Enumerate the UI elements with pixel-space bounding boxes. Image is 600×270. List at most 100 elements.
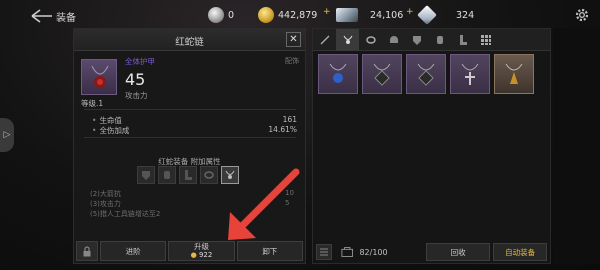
tab-boots[interactable] xyxy=(451,29,474,51)
currency-silver: 0 xyxy=(208,5,234,25)
bullet: • xyxy=(92,116,97,125)
currency-diamond: 324 xyxy=(417,5,475,25)
cross-necklace-icon xyxy=(461,63,479,85)
set-bonus-line: (3)攻击力 5 xyxy=(90,199,289,209)
tab-necklace[interactable] xyxy=(336,29,359,51)
stat-label: 生命值 xyxy=(99,116,122,125)
stat-row: • 全伤加成 14.61% xyxy=(92,125,297,136)
coin-icon: ● xyxy=(190,251,197,259)
ring-icon xyxy=(365,36,376,44)
currency-value: 442,879 xyxy=(278,9,318,21)
inventory-slot[interactable] xyxy=(318,54,358,94)
inventory-slot[interactable] xyxy=(494,54,534,94)
boots-icon xyxy=(185,170,192,180)
item-level: 等级.1 xyxy=(81,99,104,108)
crystal-icon xyxy=(336,8,358,22)
item-thumbnail xyxy=(81,59,117,95)
stat-value: 14.61% xyxy=(268,125,297,134)
silver-orb-icon xyxy=(208,7,224,23)
set-bonus-label: (5)猎人工具链增达至2 xyxy=(90,210,161,218)
tab-ring[interactable] xyxy=(359,29,382,51)
bag-icon xyxy=(341,247,354,257)
upgrade-cost-value: 922 xyxy=(198,251,213,259)
armor-icon xyxy=(142,171,150,180)
boots-icon xyxy=(459,35,467,45)
currency-value: 24,106 xyxy=(370,9,404,21)
annotation-arrow-icon xyxy=(228,168,300,240)
stat-label: 全伤加成 xyxy=(99,126,130,135)
item-slot: 配饰 xyxy=(285,57,299,65)
back-arrow-icon[interactable] xyxy=(30,8,54,24)
stat-value: 161 xyxy=(282,115,297,124)
divider xyxy=(84,109,296,110)
inventory-panel: 82/100 回收 自动装备 xyxy=(312,28,551,264)
grid-icon xyxy=(480,35,491,45)
side-panel-tab[interactable]: ▷ xyxy=(0,118,14,152)
necklace-icon xyxy=(343,35,352,44)
tab-all[interactable] xyxy=(474,29,497,51)
set-bonus-label: (2)大箭抗 xyxy=(90,190,121,198)
sword-icon xyxy=(320,35,329,45)
tab-helmet[interactable] xyxy=(382,29,405,51)
add-gold-button[interactable]: + xyxy=(323,7,331,17)
glove-icon xyxy=(164,171,170,179)
unequip-label: 卸下 xyxy=(262,246,278,256)
dark-necklace-icon xyxy=(417,63,435,86)
tab-armor[interactable] xyxy=(405,29,428,51)
page-title: 装备 xyxy=(56,13,76,24)
auto-equip-label: 自动装备 xyxy=(505,247,536,257)
bullet: • xyxy=(92,126,97,135)
tab-glove[interactable] xyxy=(428,29,451,51)
tab-weapon[interactable] xyxy=(313,29,336,51)
set-bonus-line: (2)大箭抗 10 xyxy=(90,189,294,199)
blue-necklace-icon xyxy=(329,63,347,83)
inventory-tabs xyxy=(313,29,550,51)
set-bonus-line: (5)猎人工具链增达至2 xyxy=(90,209,160,219)
panel-header: 红蛇链 ✕ xyxy=(74,29,305,51)
advance-label: 进阶 xyxy=(125,246,141,256)
recycle-label: 回收 xyxy=(450,247,466,257)
inventory-slot[interactable] xyxy=(406,54,446,94)
upgrade-label: 升级 xyxy=(193,242,209,251)
inventory-slot[interactable] xyxy=(450,54,490,94)
list-icon xyxy=(320,248,328,256)
currency-crystal: 24,106 xyxy=(336,5,403,25)
set-bonus-label: (3)攻击力 xyxy=(90,200,121,208)
auto-equip-button[interactable]: 自动装备 xyxy=(493,243,547,261)
diamond-icon xyxy=(417,5,437,25)
helmet-icon xyxy=(389,36,398,43)
close-button[interactable]: ✕ xyxy=(286,32,301,47)
currency-gold: 442,879 xyxy=(258,5,317,25)
currency-value: 324 xyxy=(456,9,475,21)
armor-icon xyxy=(412,36,421,45)
top-bar: 装备 0 442,879 + 24,106 + 324 xyxy=(0,0,600,30)
glove-icon xyxy=(436,36,443,44)
gear-icon[interactable] xyxy=(574,7,590,23)
item-power: 45 xyxy=(125,70,146,89)
set-slot-ring[interactable] xyxy=(200,166,218,184)
advance-button[interactable]: 进阶 xyxy=(100,241,167,261)
recycle-button[interactable]: 回收 xyxy=(425,243,491,261)
gold-necklace-icon xyxy=(505,63,523,84)
list-view-button[interactable] xyxy=(316,244,332,260)
currency-value: 0 xyxy=(228,9,235,21)
lock-button[interactable] xyxy=(76,241,98,261)
inventory-capacity: 82/100 xyxy=(359,247,388,257)
necklace-icon xyxy=(91,65,109,88)
item-name: 红蛇链 xyxy=(175,37,204,48)
add-crystal-button[interactable]: + xyxy=(406,7,414,17)
set-slot-glove[interactable] xyxy=(158,166,176,184)
lock-icon xyxy=(83,245,91,256)
upgrade-cost: ● 922 xyxy=(191,251,213,260)
inventory-footer: 82/100 回收 自动装备 xyxy=(313,241,550,263)
dark-necklace-icon xyxy=(373,63,391,86)
power-label: 攻击力 xyxy=(125,91,148,100)
right-margin xyxy=(553,28,600,264)
set-slot-boots[interactable] xyxy=(179,166,197,184)
item-type: 全体护甲 xyxy=(125,57,155,66)
inventory-slot[interactable] xyxy=(362,54,402,94)
ring-icon xyxy=(204,171,214,179)
gold-coin-icon xyxy=(258,7,274,23)
set-slot-armor[interactable] xyxy=(137,166,155,184)
inventory-grid xyxy=(318,54,534,94)
